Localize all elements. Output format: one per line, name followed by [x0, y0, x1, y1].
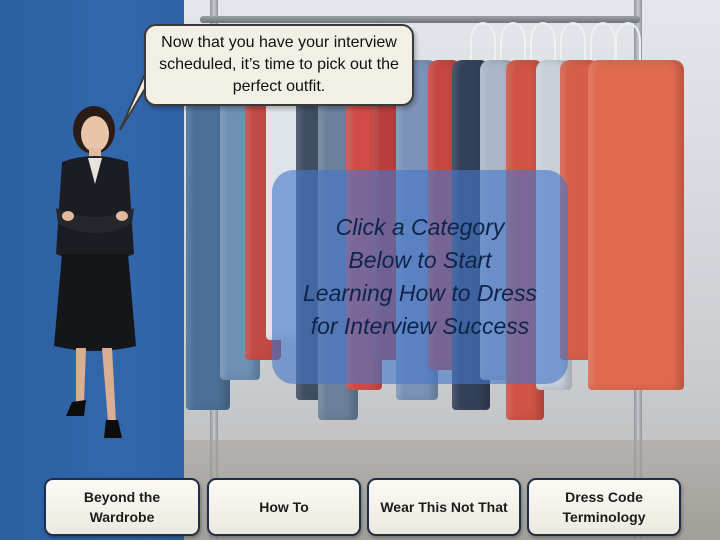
- instruction-overlay: Click a Category Below to Start Learning…: [272, 170, 568, 384]
- button-label: Wear This Not That: [380, 499, 508, 515]
- hanger: [615, 22, 641, 60]
- button-label: Dress Code Terminology: [562, 489, 646, 525]
- beyond-the-wardrobe-button[interactable]: Beyond the Wardrobe: [44, 478, 200, 536]
- category-nav: Beyond the Wardrobe How To Wear This Not…: [0, 478, 720, 540]
- dress-code-terminology-button[interactable]: Dress Code Terminology: [527, 478, 681, 536]
- button-label: Beyond the Wardrobe: [83, 489, 161, 525]
- speech-bubble-text: Now that you have your interview schedul…: [159, 34, 399, 95]
- hanger: [470, 22, 496, 60]
- instruction-text: Click a Category Below to Start Learning…: [303, 214, 537, 339]
- how-to-button[interactable]: How To: [207, 478, 361, 536]
- button-label: How To: [259, 499, 309, 515]
- garment: [588, 60, 684, 390]
- hanger: [530, 22, 556, 60]
- presenter-woman-image: [54, 106, 136, 438]
- hanger: [590, 22, 616, 60]
- speech-bubble: Now that you have your interview schedul…: [144, 24, 414, 106]
- wear-this-not-that-button[interactable]: Wear This Not That: [367, 478, 521, 536]
- hanger: [500, 22, 526, 60]
- hanger: [560, 22, 586, 60]
